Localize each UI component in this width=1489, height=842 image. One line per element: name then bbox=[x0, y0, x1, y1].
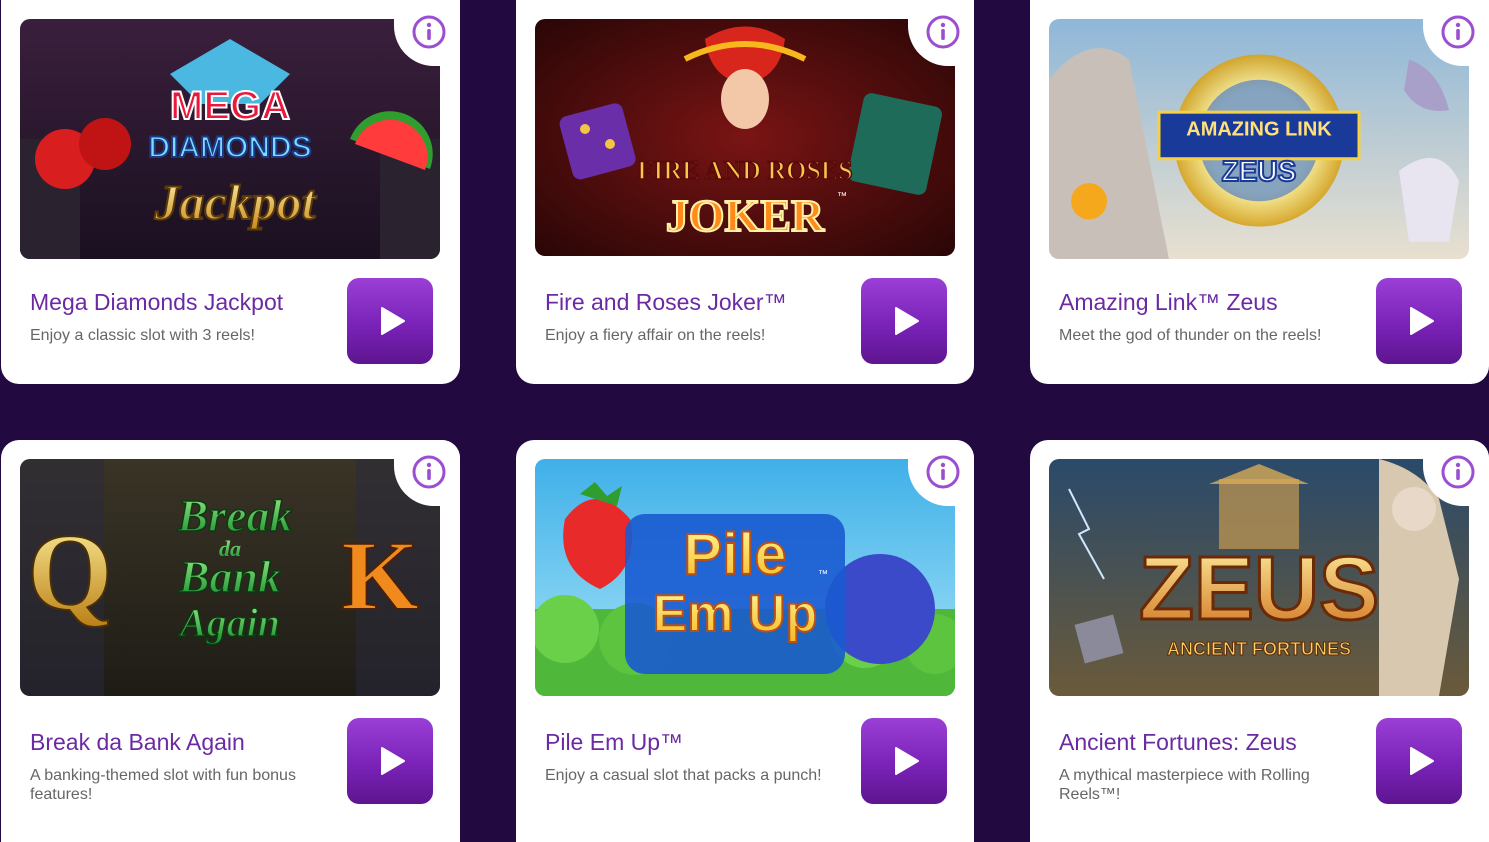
pile-em-up-art: Pile Em Up ™ bbox=[535, 459, 955, 696]
art-text: Pile bbox=[683, 522, 786, 587]
mega-diamonds-art: MEGA DIAMONDS Jackpot bbox=[20, 19, 440, 259]
play-button[interactable] bbox=[347, 718, 433, 804]
game-thumbnail[interactable]: ZEUS ANCIENT FORTUNES bbox=[1049, 459, 1469, 696]
art-text: ™ bbox=[837, 191, 847, 202]
play-button[interactable] bbox=[861, 718, 947, 804]
play-triangle-icon bbox=[381, 307, 405, 335]
game-title: Amazing Link™ Zeus bbox=[1059, 289, 1278, 315]
game-description: A mythical masterpiece with Rolling Reel… bbox=[1059, 767, 1310, 803]
game-thumbnail[interactable]: Pile Em Up ™ bbox=[535, 459, 955, 696]
ancient-fortunes-zeus-art: ZEUS ANCIENT FORTUNES bbox=[1049, 459, 1469, 696]
play-button[interactable] bbox=[1376, 278, 1462, 364]
art-text: K bbox=[341, 520, 419, 631]
game-card[interactable]: MEGA DIAMONDS Jackpot Mega Diamonds Jack… bbox=[1, 0, 460, 384]
art-text: ANCIENT FORTUNES bbox=[1167, 639, 1351, 659]
game-card[interactable]: AMAZING LINK ZEUS Amazing Link™ Zeus Mee… bbox=[1030, 0, 1489, 384]
play-triangle-icon bbox=[1410, 747, 1434, 775]
art-text: MEGA bbox=[170, 84, 290, 128]
art-text: Again bbox=[177, 600, 280, 645]
game-thumbnail[interactable]: MEGA DIAMONDS Jackpot bbox=[20, 19, 440, 259]
game-title: Ancient Fortunes: Zeus bbox=[1059, 729, 1297, 755]
play-button[interactable] bbox=[1376, 718, 1462, 804]
game-title: Fire and Roses Joker™ bbox=[545, 289, 787, 315]
play-button[interactable] bbox=[347, 278, 433, 364]
art-text: Break bbox=[177, 490, 293, 541]
art-text: ZEUS bbox=[1222, 155, 1297, 187]
art-text: DIAMONDS bbox=[148, 131, 311, 164]
play-triangle-icon bbox=[1410, 307, 1434, 335]
info-circle-icon bbox=[412, 15, 446, 49]
play-triangle-icon bbox=[895, 307, 919, 335]
info-circle-icon bbox=[926, 15, 960, 49]
game-description: A banking-themed slot with fun bonus fea… bbox=[30, 767, 296, 803]
game-description: Meet the god of thunder on the reels! bbox=[1059, 327, 1322, 344]
art-text: JOKER bbox=[666, 190, 825, 241]
info-circle-icon bbox=[412, 455, 446, 489]
game-title: Mega Diamonds Jackpot bbox=[30, 289, 284, 315]
art-text: AMAZING LINK bbox=[1186, 118, 1332, 140]
break-da-bank-again-art: Q K Break da Bank Again bbox=[20, 459, 440, 696]
art-text: Bank bbox=[178, 551, 281, 602]
art-text: Jackpot bbox=[153, 174, 317, 230]
game-card[interactable]: FIRE AND ROSES JOKER ™ Fire and Roses Jo… bbox=[516, 0, 974, 384]
game-thumbnail[interactable]: AMAZING LINK ZEUS bbox=[1049, 19, 1469, 259]
art-text: FIRE AND ROSES bbox=[637, 156, 852, 185]
game-card[interactable]: Q K Break da Bank Again Break da Bank Ag… bbox=[1, 440, 460, 842]
art-text: Em Up bbox=[653, 585, 818, 643]
game-card[interactable]: ZEUS ANCIENT FORTUNES Ancient Fortunes: … bbox=[1030, 440, 1489, 842]
game-title: Break da Bank Again bbox=[30, 729, 245, 755]
play-triangle-icon bbox=[381, 747, 405, 775]
play-triangle-icon bbox=[895, 747, 919, 775]
art-text: Q bbox=[27, 511, 113, 633]
art-text: ™ bbox=[818, 569, 828, 580]
info-circle-icon bbox=[1441, 455, 1475, 489]
amazing-link-zeus-art: AMAZING LINK ZEUS bbox=[1049, 19, 1469, 259]
info-circle-icon bbox=[926, 455, 960, 489]
game-description: Enjoy a fiery affair on the reels! bbox=[545, 327, 766, 344]
fire-and-roses-joker-art: FIRE AND ROSES JOKER ™ bbox=[535, 19, 955, 256]
play-button[interactable] bbox=[861, 278, 947, 364]
game-thumbnail[interactable]: FIRE AND ROSES JOKER ™ bbox=[535, 19, 955, 256]
game-grid: MEGA DIAMONDS Jackpot Mega Diamonds Jack… bbox=[0, 0, 1489, 842]
game-thumbnail[interactable]: Q K Break da Bank Again bbox=[20, 459, 440, 696]
art-text: ZEUS bbox=[1139, 539, 1379, 639]
game-description: Enjoy a casual slot that packs a punch! bbox=[545, 767, 822, 784]
game-description: Enjoy a classic slot with 3 reels! bbox=[30, 327, 255, 344]
game-title: Pile Em Up™ bbox=[545, 729, 684, 755]
game-card[interactable]: Pile Em Up ™ Pile Em Up™ Enjoy a casual … bbox=[516, 440, 974, 842]
info-circle-icon bbox=[1441, 15, 1475, 49]
